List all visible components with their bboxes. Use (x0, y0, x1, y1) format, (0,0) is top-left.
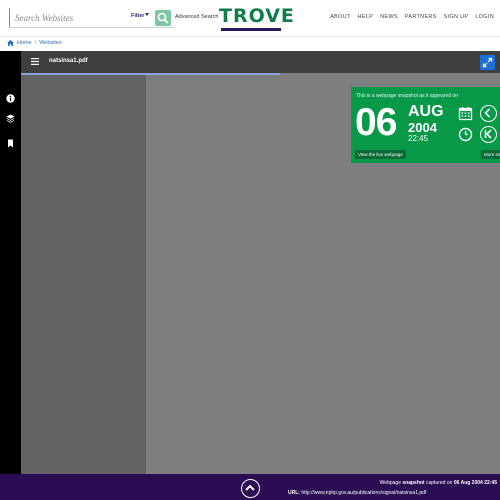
chevron-left-icon (484, 108, 491, 118)
search-button[interactable] (155, 10, 171, 26)
capture-prefix: Webpage (379, 480, 401, 486)
document-title: natsinsa1.pdf (49, 58, 88, 64)
snapshot-heading: This is a webpage snapshot as it appeare… (356, 93, 459, 99)
capture-url: URL: http://www.nphp.gov.au/publications… (288, 490, 426, 496)
snapshot-footer: Webpage snapshot captured on 06 Aug 2004… (0, 474, 500, 500)
breadcrumb-home[interactable]: Home (17, 40, 32, 46)
more-snapshots-button[interactable]: More sn (481, 150, 500, 159)
filter-dropdown[interactable]: Filter (131, 13, 150, 19)
url-value[interactable]: http://www.nphp.gov.au/publications/sign… (301, 490, 426, 496)
trove-logo[interactable]: TROVE (219, 5, 295, 31)
capture-info: Webpage snapshot captured on 06 Aug 2004… (380, 480, 497, 486)
logo-text: TROVE (219, 5, 295, 27)
clock-icon[interactable] (458, 127, 473, 142)
search-box (9, 8, 175, 28)
nav-sign-up[interactable]: SIGN UP (444, 14, 469, 20)
expand-icon (482, 57, 493, 68)
snapshot-day: 06 (355, 101, 397, 144)
expand-button[interactable] (480, 55, 495, 70)
nav-help[interactable]: HELP (358, 14, 374, 20)
document-sidebar[interactable] (21, 75, 146, 474)
bookmark-icon[interactable] (6, 139, 15, 148)
viewer-toolbar: natsinsa1.pdf (21, 51, 500, 73)
first-snapshot-button[interactable] (480, 126, 497, 143)
site-header: Filter Advanced Search TROVE ABOUT HELP … (0, 0, 500, 36)
scroll-up-button[interactable] (241, 479, 260, 498)
previous-snapshot-button[interactable] (480, 105, 497, 122)
capture-text: captured on (426, 480, 453, 486)
layers-icon[interactable] (6, 114, 15, 123)
snapshot-time: 22:45 (408, 134, 429, 143)
nav-news[interactable]: NEWS (380, 14, 398, 20)
nav-about[interactable]: ABOUT (330, 14, 350, 20)
logo-underline (221, 28, 281, 31)
breadcrumb: Home / Websites (7, 40, 62, 46)
breadcrumb-separator: / (34, 40, 37, 46)
capture-snapshot-word: snapshot (402, 480, 425, 486)
left-rail (0, 51, 21, 474)
snapshot-month: AUG (408, 103, 444, 120)
top-nav: ABOUT HELP NEWS PARTNERS SIGN UP LOGIN (330, 14, 494, 20)
hamburger-icon[interactable] (31, 58, 39, 65)
filter-label: Filter (131, 13, 145, 19)
info-icon[interactable] (6, 94, 15, 103)
nav-login[interactable]: LOGIN (475, 14, 494, 20)
calendar-icon[interactable] (458, 106, 473, 121)
search-input[interactable] (15, 10, 125, 26)
breadcrumb-bar: Home / Websites (0, 36, 500, 51)
caret-down-icon (145, 13, 150, 16)
view-live-webpage-button[interactable]: View the live webpage (355, 150, 406, 159)
capture-date: 06 Aug 2004 22:45 (453, 480, 497, 486)
snapshot-year: 2004 (408, 120, 437, 135)
first-snapshot-icon (484, 129, 492, 139)
search-icon (157, 12, 169, 24)
home-icon[interactable] (7, 40, 14, 46)
advanced-search-link[interactable]: Advanced Search (175, 14, 218, 20)
snapshot-card: This is a webpage snapshot as it appeare… (351, 87, 500, 163)
chevron-up-icon (245, 484, 255, 491)
url-label: URL: (288, 490, 300, 496)
nav-partners[interactable]: PARTNERS (405, 14, 437, 20)
breadcrumb-websites[interactable]: Websites (39, 40, 62, 46)
